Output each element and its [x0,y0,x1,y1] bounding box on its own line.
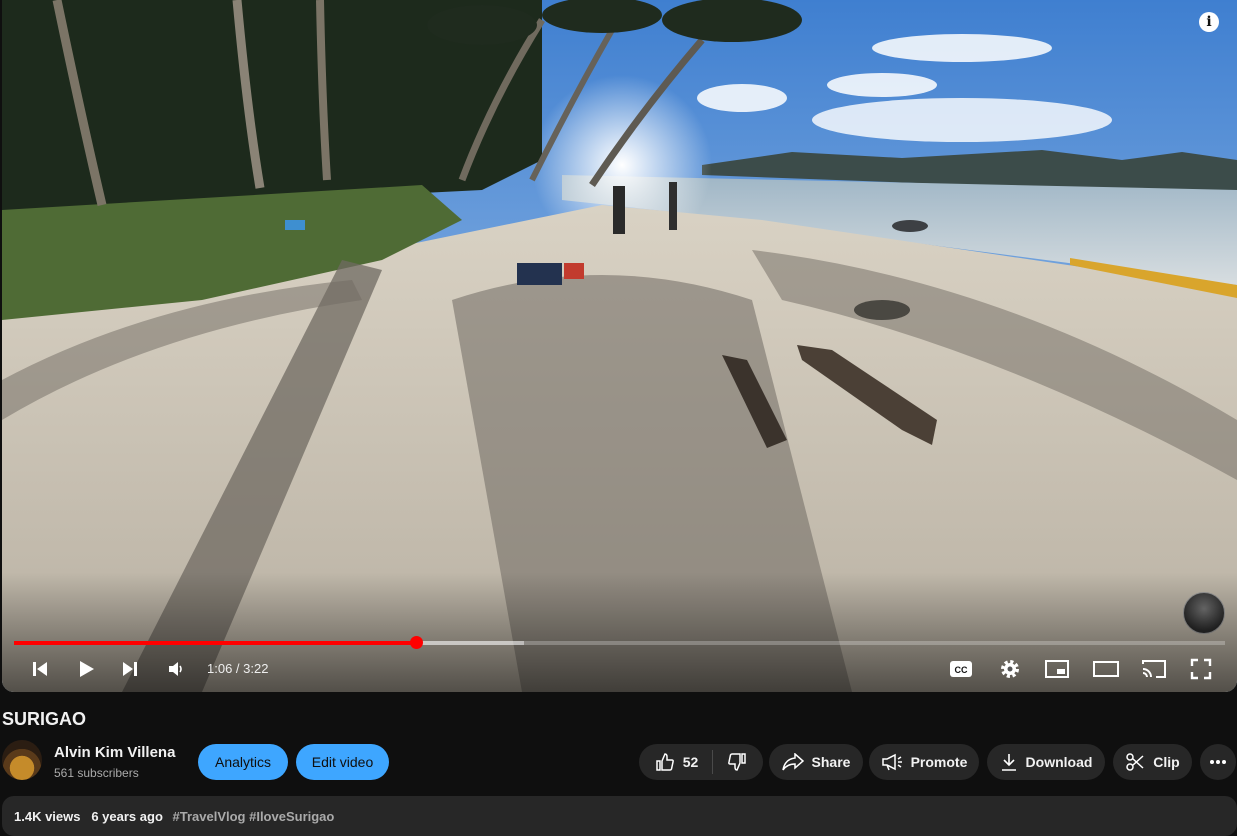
time-total: 3:22 [243,661,269,676]
channel-name[interactable]: Alvin Kim Villena [54,744,175,761]
like-count: 52 [682,754,699,770]
thumbs-down-icon [728,753,747,771]
info-icon[interactable]: i [1199,12,1219,32]
cast-button[interactable] [1140,656,1168,682]
theater-mode-button[interactable] [1092,656,1120,682]
download-icon [1001,754,1016,771]
scissors-icon [1126,753,1144,771]
gear-icon [1001,660,1019,678]
clip-label: Clip [1153,754,1180,770]
description-meta: 1.4K views 6 years ago #TravelVlog #Ilov… [14,809,334,824]
miniplayer-button[interactable] [1044,656,1070,682]
hashtags[interactable]: #TravelVlog #IloveSurigao [173,809,335,824]
fullscreen-icon [1190,658,1212,680]
megaphone-icon [881,753,902,771]
time-separator: / [232,661,244,676]
play-button[interactable] [74,656,98,682]
fullscreen-button[interactable] [1188,656,1214,682]
miniplayer-icon [1045,660,1069,678]
promote-button[interactable]: Promote [869,744,979,780]
video-player[interactable]: i 1:06 / 3:22 CC [2,0,1237,692]
like-dislike-group: 52 [639,744,763,780]
skip-previous-icon [33,662,47,676]
channel-action-row: Alvin Kim Villena 561 subscribers Analyt… [2,740,1237,784]
skip-next-icon [123,662,137,676]
time-display: 1:06 / 3:22 [207,661,268,676]
more-actions-button[interactable] [1200,744,1236,780]
progress-scrubber-handle[interactable] [410,636,424,649]
progress-bar[interactable] [14,636,1225,649]
download-label: Download [1025,754,1093,770]
time-current: 1:06 [207,661,233,676]
more-horizontal-icon [1210,760,1226,764]
share-button[interactable]: Share [769,744,863,780]
like-button[interactable]: 52 [655,752,699,772]
video-title: SURIGAO [2,709,87,729]
share-icon [781,753,804,771]
clip-button[interactable]: Clip [1113,744,1192,780]
play-icon [80,661,94,677]
share-label: Share [811,754,851,770]
cc-icon: CC [950,661,972,677]
upload-age: 6 years ago [91,809,163,824]
cc-label: CC [955,665,968,675]
volume-icon [169,662,182,676]
like-divider [712,750,714,774]
settings-button[interactable] [997,656,1023,682]
dislike-button[interactable] [727,752,747,772]
analytics-button[interactable]: Analytics [198,744,288,780]
thumbs-up-icon [655,753,674,771]
download-button[interactable]: Download [987,744,1105,780]
cast-icon [1142,660,1166,678]
subscriber-count: 561 subscribers [54,766,139,780]
skip-previous-button[interactable] [28,656,52,682]
promote-label: Promote [910,754,968,770]
channel-avatar[interactable] [2,740,42,780]
volume-button[interactable] [164,656,188,682]
captions-button[interactable]: CC [948,656,974,682]
edit-video-button[interactable]: Edit video [296,744,389,780]
view-count: 1.4K views [14,809,81,824]
progress-played [14,641,417,645]
theater-mode-icon [1093,661,1119,677]
skip-next-button[interactable] [118,656,142,682]
description-box[interactable]: 1.4K views 6 years ago #TravelVlog #Ilov… [2,796,1237,836]
